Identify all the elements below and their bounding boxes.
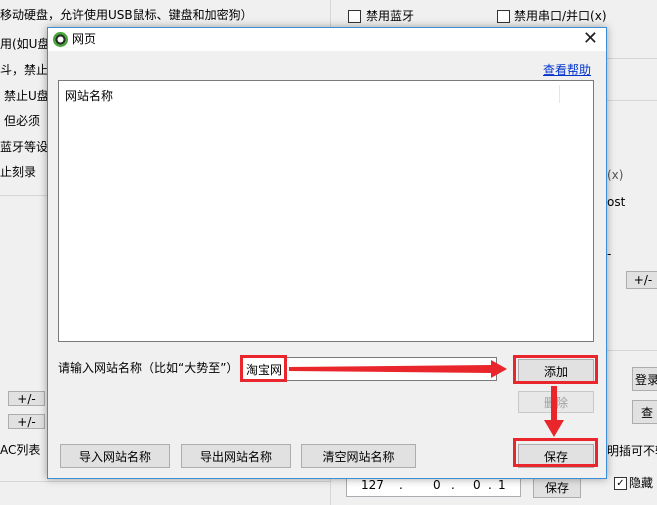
clear-button[interactable]: 清空网站名称	[301, 444, 416, 468]
website-dialog: 网页 ✕ 查看帮助 网站名称 请输入网站名称（比如“大势至”） 添加 删除 导入…	[47, 27, 607, 479]
website-list[interactable]: 网站名称	[58, 80, 594, 342]
bg-ip-dot: .	[451, 478, 455, 492]
bg-serial-checkbox[interactable]	[497, 10, 510, 23]
bg-hide-checkbox[interactable]: ✓	[614, 477, 627, 490]
bg-save-button[interactable]: 保存	[533, 476, 581, 498]
delete-button[interactable]: 删除	[518, 391, 594, 413]
highlight-add-button	[513, 355, 598, 384]
bg-ip-octet: 0	[433, 478, 441, 492]
bg-row-text: 止刻录	[0, 165, 37, 179]
bg-ip-dot: .	[488, 478, 492, 492]
bg-row-text: 斗，禁止	[0, 63, 49, 77]
bg-ip-octet: 1	[498, 478, 506, 492]
bg-separator	[607, 58, 657, 59]
title-bar: 网页 ✕	[48, 28, 606, 51]
highlight-save-button	[513, 438, 598, 467]
dialog-title: 网页	[72, 32, 97, 46]
bg-plus-minus-button[interactable]: +/-	[626, 271, 657, 289]
bg-hide-label: 隐藏	[629, 476, 654, 490]
bg-separator	[607, 100, 657, 101]
input-prompt-label: 请输入网站名称（比如“大势至”）	[58, 361, 239, 375]
bg-ip-octet: 127	[361, 478, 384, 492]
bg-bluetooth-label: 禁用蓝牙	[366, 9, 415, 23]
bg-separator	[0, 481, 330, 482]
bg-usb-text: 移动硬盘，允许使用USB鼠标、键盘和加密狗）	[0, 8, 253, 22]
bg-plus-minus-button[interactable]: +/-	[8, 414, 45, 429]
app-icon	[53, 32, 68, 47]
bg-row-text: 但必须	[4, 114, 41, 128]
bg-ac-list-label: AC列表	[0, 443, 41, 457]
column-header-website-name[interactable]: 网站名称	[65, 88, 113, 104]
bg-ip-octet: 0	[473, 478, 481, 492]
bg-login-button[interactable]: 登录	[632, 367, 657, 391]
bg-partial-text: 明插可不输	[607, 444, 657, 458]
bg-plus-minus-button[interactable]: +/-	[8, 391, 45, 406]
bg-partial-text: ost	[607, 195, 626, 209]
close-icon[interactable]: ✕	[583, 29, 598, 49]
bg-partial-text: -	[607, 247, 612, 261]
bg-row-text: 禁止U盘	[4, 89, 49, 103]
bg-row-text: 蓝牙等设	[0, 140, 49, 154]
export-button[interactable]: 导出网站名称	[181, 444, 291, 468]
bg-ip-dot: .	[399, 478, 403, 492]
column-divider	[559, 85, 560, 103]
import-button[interactable]: 导入网站名称	[60, 444, 170, 468]
bg-separator	[0, 195, 47, 196]
bg-query-button[interactable]: 查	[632, 400, 657, 424]
bg-separator	[607, 350, 657, 351]
bg-row-text: 用(如U盘	[0, 37, 50, 51]
help-link[interactable]: 查看帮助	[543, 62, 591, 78]
highlight-input-value	[240, 355, 287, 382]
bg-partial-text: (x)	[607, 168, 624, 182]
bg-bluetooth-checkbox[interactable]	[348, 10, 361, 23]
bg-serial-label: 禁用串口/并口(x)	[514, 9, 607, 23]
